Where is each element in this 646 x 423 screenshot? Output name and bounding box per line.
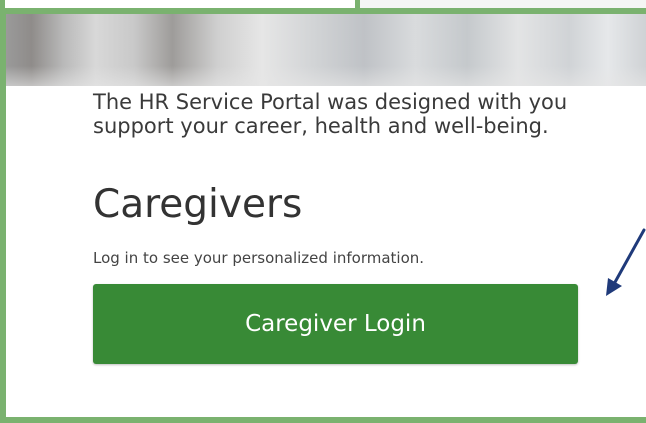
intro-line-2: support your career, health and well-bei…	[93, 114, 549, 138]
banner-image	[6, 14, 646, 86]
arrow-pointer-icon	[606, 228, 646, 296]
intro-text: The HR Service Portal was designed with …	[93, 90, 646, 138]
section-subtitle: Log in to see your personalized informat…	[93, 249, 425, 267]
intro-line-1: The HR Service Portal was designed with …	[93, 90, 568, 114]
section-title: Caregivers	[93, 182, 303, 227]
screenshot-stage: The HR Service Portal was designed with …	[0, 0, 646, 423]
caregiver-login-button[interactable]: Caregiver Login	[93, 284, 578, 364]
